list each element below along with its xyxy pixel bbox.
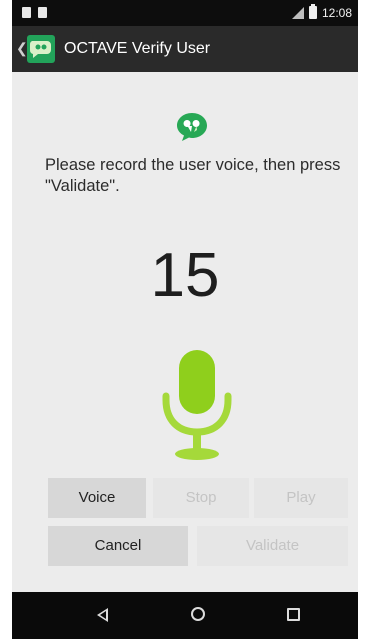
voice-button[interactable]: Voice: [48, 478, 146, 518]
action-bar: ❮ OCTAVE Verify User: [12, 26, 358, 72]
home-icon[interactable]: [191, 607, 205, 621]
instruction-text: Please record the user voice, then press…: [45, 156, 341, 195]
play-button[interactable]: Play: [254, 478, 348, 518]
up-navigation-icon[interactable]: ❮: [16, 40, 28, 57]
app-logo-icon[interactable]: [27, 35, 55, 63]
notification-icon: [22, 7, 31, 18]
signal-icon: [292, 7, 304, 19]
validate-button[interactable]: Validate: [197, 526, 348, 566]
stop-button[interactable]: Stop: [153, 478, 249, 518]
cancel-button[interactable]: Cancel: [48, 526, 188, 566]
microphone-icon: [160, 350, 234, 462]
countdown-counter: 15: [150, 241, 220, 310]
notification-icon: [38, 7, 47, 18]
status-bar: 12:08: [12, 0, 358, 26]
back-icon[interactable]: [97, 608, 108, 622]
recents-icon[interactable]: [287, 608, 300, 621]
battery-icon: [309, 4, 317, 19]
navigation-bar: [12, 592, 358, 639]
phone-screen: 12:08 ❮ OCTAVE Verify User Please record…: [12, 0, 358, 639]
status-time: 12:08: [322, 6, 353, 20]
page-title: OCTAVE Verify User: [64, 40, 211, 57]
speech-bubble-icon: [175, 110, 209, 144]
